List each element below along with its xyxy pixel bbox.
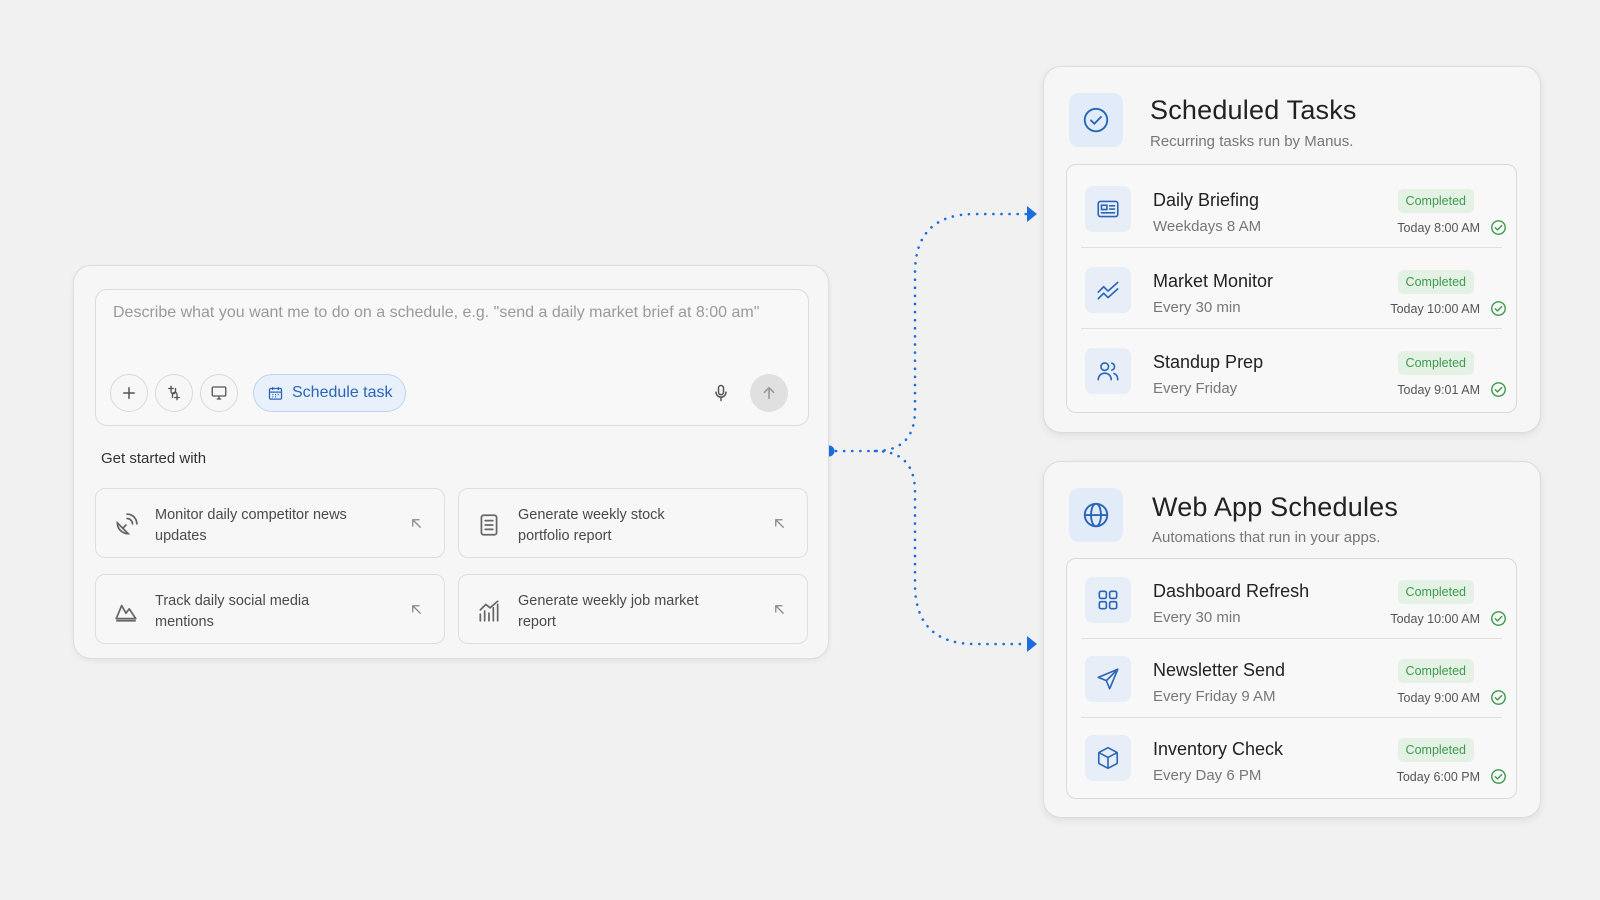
- status-badge: Completed: [1397, 351, 1474, 375]
- check-circle-icon: [1491, 301, 1506, 316]
- last-run-time: Today 8:00 AM: [1397, 221, 1480, 235]
- status-badge: Completed: [1397, 189, 1474, 213]
- schedule-row[interactable]: Dashboard Refresh Every 30 min Completed…: [1067, 559, 1516, 639]
- check-circle-icon: [1491, 611, 1506, 626]
- row-icon: [1085, 656, 1131, 702]
- panel-icon: [1069, 488, 1123, 542]
- panel-title: Scheduled Tasks: [1150, 95, 1357, 125]
- schedule-title: Inventory Check: [1153, 739, 1284, 759]
- task-row[interactable]: Daily Briefing Weekdays 8 AM Completed T…: [1067, 168, 1516, 248]
- schedule-row[interactable]: Inventory Check Every Day 6 PM Completed…: [1067, 717, 1516, 797]
- connectors-button[interactable]: [155, 374, 193, 412]
- connectors-icon: [168, 385, 180, 401]
- last-run-time: Today 10:00 AM: [1390, 612, 1480, 626]
- task-schedule: Every 30 min: [1153, 299, 1241, 316]
- row-icon: [1085, 348, 1131, 394]
- schedule-title: Dashboard Refresh: [1153, 581, 1310, 601]
- prompt-input[interactable]: [113, 304, 793, 354]
- suggestion-text: Track daily social media mentions: [155, 593, 310, 630]
- arrow-up-left-icon: [412, 605, 421, 614]
- panel-subtitle: Automations that run in your apps.: [1152, 529, 1381, 546]
- connector-arrow-top: [1027, 206, 1037, 222]
- row-divider: [1081, 247, 1502, 248]
- row-divider: [1081, 328, 1502, 329]
- task-list: Daily Briefing Weekdays 8 AM Completed T…: [1066, 164, 1517, 413]
- connector-arrow-bottom: [1027, 636, 1037, 652]
- grid-icon: [1098, 590, 1118, 610]
- schedule-row[interactable]: Newsletter Send Every Friday 9 AM Comple…: [1067, 638, 1516, 718]
- arrow-up-left-icon: [412, 519, 421, 528]
- task-title: Standup Prep: [1153, 352, 1264, 372]
- connector-path-bottom: [873, 449, 1029, 646]
- schedule-task-button[interactable]: Schedule task: [253, 374, 406, 412]
- microphone-button[interactable]: [708, 380, 734, 406]
- globe-icon: [1083, 502, 1109, 528]
- suggestion-text: Generate weekly job market report: [518, 593, 699, 630]
- task-row[interactable]: Standup Prep Every Friday Completed Toda…: [1067, 330, 1516, 410]
- add-icon: [123, 387, 135, 399]
- box-icon: [1097, 746, 1119, 770]
- schedule-frequency: Every 30 min: [1153, 609, 1241, 626]
- schedule-title: Newsletter Send: [1153, 660, 1286, 680]
- users-icon: [1097, 362, 1119, 381]
- suggestion-card[interactable]: Generate weekly job market report: [458, 574, 808, 644]
- task-title: Market Monitor: [1153, 271, 1274, 291]
- arrow-up-icon: [763, 386, 775, 400]
- schedule-task-label: Schedule task: [292, 384, 393, 401]
- status-badge: Completed: [1397, 270, 1474, 294]
- connector-path-top: [834, 212, 1029, 453]
- send-icon: [1097, 668, 1119, 690]
- status-badge: Completed: [1397, 659, 1474, 683]
- task-title: Daily Briefing: [1153, 190, 1260, 210]
- suggestion-card[interactable]: Generate weekly stock portfolio report: [458, 488, 808, 558]
- last-run-time: Today 10:00 AM: [1390, 302, 1480, 316]
- schedule-list: Dashboard Refresh Every 30 min Completed…: [1066, 558, 1517, 799]
- check-circle-icon: [1491, 382, 1506, 397]
- scheduled-tasks-panel: Scheduled Tasks Recurring tasks run by M…: [1043, 66, 1541, 433]
- last-run-time: Today 9:00 AM: [1397, 691, 1480, 705]
- arrow-up-left-icon: [775, 519, 784, 528]
- panel-icon: [1069, 93, 1123, 147]
- suggestion-card[interactable]: Track daily social media mentions: [95, 574, 445, 644]
- last-run-time: Today 6:00 PM: [1396, 770, 1480, 784]
- row-icon: [1085, 186, 1131, 232]
- check-circle-icon: [1491, 220, 1506, 235]
- task-schedule: Every Friday: [1153, 380, 1238, 397]
- web-app-schedules-panel: Web App Schedules Automations that run i…: [1043, 461, 1541, 818]
- add-button[interactable]: [110, 374, 148, 412]
- bar-trend-icon: [479, 600, 499, 622]
- check-circle-icon: [1491, 769, 1506, 784]
- row-icon: [1085, 267, 1131, 313]
- row-icon: [1085, 735, 1131, 781]
- panel-subtitle: Recurring tasks run by Manus.: [1150, 133, 1354, 150]
- check-circle-icon: [1083, 107, 1109, 133]
- send-button[interactable]: [750, 374, 788, 412]
- computer-button[interactable]: [200, 374, 238, 412]
- task-row[interactable]: Market Monitor Every 30 min Completed To…: [1067, 249, 1516, 329]
- panel-title: Web App Schedules: [1152, 492, 1399, 522]
- suggestion-text: Generate weekly stock portfolio report: [518, 507, 665, 544]
- document-icon: [480, 514, 498, 536]
- mountain-chart-icon: [115, 604, 137, 622]
- row-icon: [1085, 577, 1131, 623]
- schedule-frequency: Every Day 6 PM: [1153, 767, 1262, 784]
- arrow-up-left-icon: [775, 605, 784, 614]
- task-schedule: Weekdays 8 AM: [1153, 218, 1262, 235]
- calendar-icon: [268, 386, 283, 400]
- last-run-time: Today 9:01 AM: [1397, 383, 1480, 397]
- microphone-icon: [715, 384, 727, 402]
- status-badge: Completed: [1397, 738, 1474, 762]
- suggestion-text: Monitor daily competitor news updates: [155, 507, 347, 544]
- check-circle-icon: [1491, 690, 1506, 705]
- schedule-frequency: Every Friday 9 AM: [1153, 688, 1276, 705]
- computer-icon: [211, 386, 227, 400]
- satellite-dish-icon: [116, 513, 138, 535]
- status-badge: Completed: [1397, 580, 1474, 604]
- suggestion-card[interactable]: Monitor daily competitor news updates: [95, 488, 445, 558]
- get-started-heading: Get started with: [101, 450, 207, 467]
- trend-chart-icon: [1097, 281, 1119, 300]
- newspaper-icon: [1097, 200, 1119, 218]
- prompt-box: Schedule task: [95, 289, 809, 426]
- task-composer: Schedule task Get started with Monitor d…: [73, 265, 829, 659]
